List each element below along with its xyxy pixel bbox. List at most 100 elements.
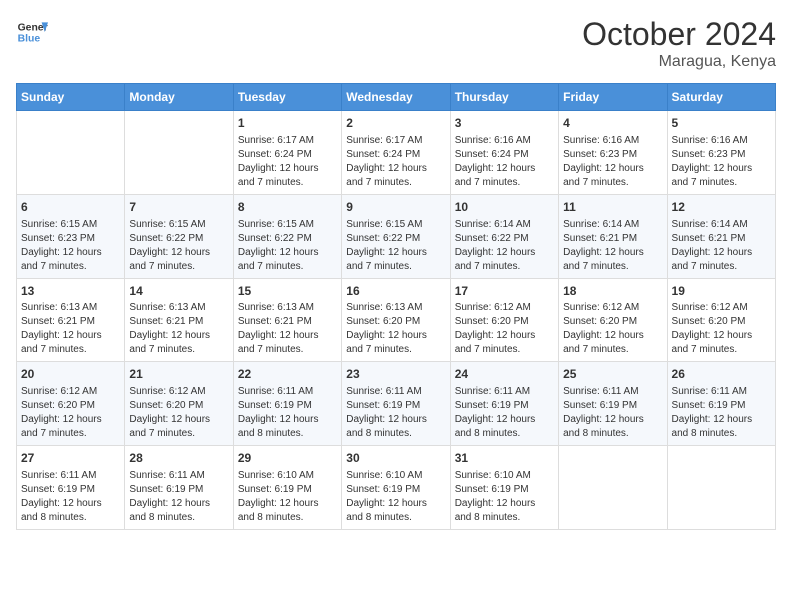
- day-number: 22: [238, 366, 337, 383]
- day-number: 19: [672, 283, 771, 300]
- day-info: Sunrise: 6:10 AMSunset: 6:19 PMDaylight:…: [346, 469, 445, 525]
- calendar-cell: 2 Sunrise: 6:17 AMSunset: 6:24 PMDaylight…: [342, 111, 450, 195]
- day-info: Sunrise: 6:13 AMSunset: 6:21 PMDaylight:…: [238, 301, 337, 357]
- weekday-header-row: SundayMondayTuesdayWednesdayThursdayFrid…: [17, 84, 776, 111]
- title-area: October 2024 Maragua, Kenya: [582, 16, 776, 71]
- calendar-cell: 21Sunrise: 6:12 AMSunset: 6:20 PMDayligh…: [125, 362, 233, 446]
- day-info: Sunrise: 6:15 AMSunset: 6:22 PMDaylight:…: [129, 218, 228, 274]
- calendar-week-row: 13Sunrise: 6:13 AMSunset: 6:21 PMDayligh…: [17, 278, 776, 362]
- weekday-header-cell: Monday: [125, 84, 233, 111]
- day-number: 13: [21, 283, 120, 300]
- calendar-cell: 27 Sunrise: 6:11 AMSunset: 6:19 PMDayligh…: [17, 446, 125, 530]
- day-info: Sunrise: 6:14 AMSunset: 6:21 PMDaylight:…: [672, 218, 771, 274]
- day-number: 25: [563, 366, 662, 383]
- calendar-cell: 17Sunrise: 6:12 AMSunset: 6:20 PMDayligh…: [450, 278, 558, 362]
- calendar-cell: 13Sunrise: 6:13 AMSunset: 6:21 PMDayligh…: [17, 278, 125, 362]
- day-number: 30: [346, 450, 445, 467]
- calendar-table: SundayMondayTuesdayWednesdayThursdayFrid…: [16, 83, 776, 530]
- day-info: Sunrise: 6:10 AMSunset: 6:19 PMDaylight:…: [238, 469, 337, 525]
- calendar-cell: 3Sunrise: 6:16 AMSunset: 6:24 PMDaylight…: [450, 111, 558, 195]
- day-info: Sunrise: 6:17 AMSunset: 6:24 PMDaylight:…: [346, 134, 445, 190]
- calendar-cell: 20 Sunrise: 6:12 AMSunset: 6:20 PMDayligh…: [17, 362, 125, 446]
- calendar-week-row: 1Sunrise: 6:17 AMSunset: 6:24 PMDaylight…: [17, 111, 776, 195]
- calendar-cell: 30 Sunrise: 6:10 AMSunset: 6:19 PMDayligh…: [342, 446, 450, 530]
- day-info: Sunrise: 6:14 AMSunset: 6:21 PMDaylight:…: [563, 218, 662, 274]
- calendar-cell: [559, 446, 667, 530]
- day-number: 29: [238, 450, 337, 467]
- day-info: Sunrise: 6:15 AMSunset: 6:23 PMDaylight:…: [21, 218, 120, 274]
- calendar-cell: 22Sunrise: 6:11 AMSunset: 6:19 PMDayligh…: [233, 362, 341, 446]
- day-info: Sunrise: 6:17 AMSunset: 6:24 PMDaylight:…: [238, 134, 337, 190]
- day-number: 6: [21, 199, 120, 216]
- header: General Blue October 2024 Maragua, Kenya: [16, 16, 776, 71]
- calendar-cell: 1Sunrise: 6:17 AMSunset: 6:24 PMDaylight…: [233, 111, 341, 195]
- day-number: 20: [21, 366, 120, 383]
- calendar-cell: 16Sunrise: 6:13 AMSunset: 6:20 PMDayligh…: [342, 278, 450, 362]
- day-info: Sunrise: 6:16 AMSunset: 6:24 PMDaylight:…: [455, 134, 554, 190]
- day-number: 8: [238, 199, 337, 216]
- day-number: 28: [129, 450, 228, 467]
- day-info: Sunrise: 6:11 AMSunset: 6:19 PMDaylight:…: [129, 469, 228, 525]
- day-number: 17: [455, 283, 554, 300]
- day-number: 27: [21, 450, 120, 467]
- day-info: Sunrise: 6:12 AMSunset: 6:20 PMDaylight:…: [455, 301, 554, 357]
- calendar-cell: 19Sunrise: 6:12 AMSunset: 6:20 PMDayligh…: [667, 278, 775, 362]
- calendar-cell: 11Sunrise: 6:14 AMSunset: 6:21 PMDayligh…: [559, 194, 667, 278]
- day-number: 7: [129, 199, 228, 216]
- day-info: Sunrise: 6:16 AMSunset: 6:23 PMDaylight:…: [672, 134, 771, 190]
- calendar-cell: 12Sunrise: 6:14 AMSunset: 6:21 PMDayligh…: [667, 194, 775, 278]
- calendar-cell: 23 Sunrise: 6:11 AMSunset: 6:19 PMDayligh…: [342, 362, 450, 446]
- day-info: Sunrise: 6:13 AMSunset: 6:21 PMDaylight:…: [21, 301, 120, 357]
- day-info: Sunrise: 6:10 AMSunset: 6:19 PMDaylight:…: [455, 469, 554, 525]
- logo-icon: General Blue: [16, 16, 48, 48]
- weekday-header-cell: Sunday: [17, 84, 125, 111]
- day-number: 16: [346, 283, 445, 300]
- calendar-cell: [125, 111, 233, 195]
- calendar-week-row: 20 Sunrise: 6:12 AMSunset: 6:20 PMDayligh…: [17, 362, 776, 446]
- day-number: 5: [672, 115, 771, 132]
- calendar-cell: 31Sunrise: 6:10 AMSunset: 6:19 PMDayligh…: [450, 446, 558, 530]
- calendar-cell: 15Sunrise: 6:13 AMSunset: 6:21 PMDayligh…: [233, 278, 341, 362]
- day-number: 15: [238, 283, 337, 300]
- calendar-cell: 8Sunrise: 6:15 AMSunset: 6:22 PMDaylight…: [233, 194, 341, 278]
- weekday-header-cell: Friday: [559, 84, 667, 111]
- day-number: 2: [346, 115, 445, 132]
- day-info: Sunrise: 6:15 AMSunset: 6:22 PMDaylight:…: [346, 218, 445, 274]
- svg-text:Blue: Blue: [18, 34, 41, 45]
- day-info: Sunrise: 6:13 AMSunset: 6:21 PMDaylight:…: [129, 301, 228, 357]
- day-number: 24: [455, 366, 554, 383]
- day-info: Sunrise: 6:12 AMSunset: 6:20 PMDaylight:…: [129, 385, 228, 441]
- day-info: Sunrise: 6:11 AMSunset: 6:19 PMDaylight:…: [21, 469, 120, 525]
- calendar-cell: 14Sunrise: 6:13 AMSunset: 6:21 PMDayligh…: [125, 278, 233, 362]
- calendar-cell: [667, 446, 775, 530]
- day-info: Sunrise: 6:11 AMSunset: 6:19 PMDaylight:…: [563, 385, 662, 441]
- location-title: Maragua, Kenya: [582, 53, 776, 71]
- calendar-week-row: 6 Sunrise: 6:15 AMSunset: 6:23 PMDaylight…: [17, 194, 776, 278]
- calendar-cell: 5 Sunrise: 6:16 AMSunset: 6:23 PMDaylight…: [667, 111, 775, 195]
- day-info: Sunrise: 6:11 AMSunset: 6:19 PMDaylight:…: [346, 385, 445, 441]
- day-info: Sunrise: 6:11 AMSunset: 6:19 PMDaylight:…: [455, 385, 554, 441]
- calendar-cell: 24 Sunrise: 6:11 AMSunset: 6:19 PMDayligh…: [450, 362, 558, 446]
- weekday-header-cell: Thursday: [450, 84, 558, 111]
- calendar-week-row: 27 Sunrise: 6:11 AMSunset: 6:19 PMDayligh…: [17, 446, 776, 530]
- day-number: 18: [563, 283, 662, 300]
- day-number: 26: [672, 366, 771, 383]
- calendar-cell: 26Sunrise: 6:11 AMSunset: 6:19 PMDayligh…: [667, 362, 775, 446]
- weekday-header-cell: Wednesday: [342, 84, 450, 111]
- day-number: 14: [129, 283, 228, 300]
- logo: General Blue: [16, 16, 48, 48]
- day-info: Sunrise: 6:12 AMSunset: 6:20 PMDaylight:…: [21, 385, 120, 441]
- day-info: Sunrise: 6:14 AMSunset: 6:22 PMDaylight:…: [455, 218, 554, 274]
- day-number: 23: [346, 366, 445, 383]
- day-info: Sunrise: 6:13 AMSunset: 6:20 PMDaylight:…: [346, 301, 445, 357]
- weekday-header-cell: Saturday: [667, 84, 775, 111]
- calendar-cell: [17, 111, 125, 195]
- month-title: October 2024: [582, 16, 776, 53]
- calendar-cell: 4Sunrise: 6:16 AMSunset: 6:23 PMDaylight…: [559, 111, 667, 195]
- day-info: Sunrise: 6:12 AMSunset: 6:20 PMDaylight:…: [563, 301, 662, 357]
- day-number: 9: [346, 199, 445, 216]
- calendar-cell: 29 Sunrise: 6:10 AMSunset: 6:19 PMDayligh…: [233, 446, 341, 530]
- calendar-cell: 7 Sunrise: 6:15 AMSunset: 6:22 PMDaylight…: [125, 194, 233, 278]
- day-number: 10: [455, 199, 554, 216]
- calendar-cell: 28 Sunrise: 6:11 AMSunset: 6:19 PMDayligh…: [125, 446, 233, 530]
